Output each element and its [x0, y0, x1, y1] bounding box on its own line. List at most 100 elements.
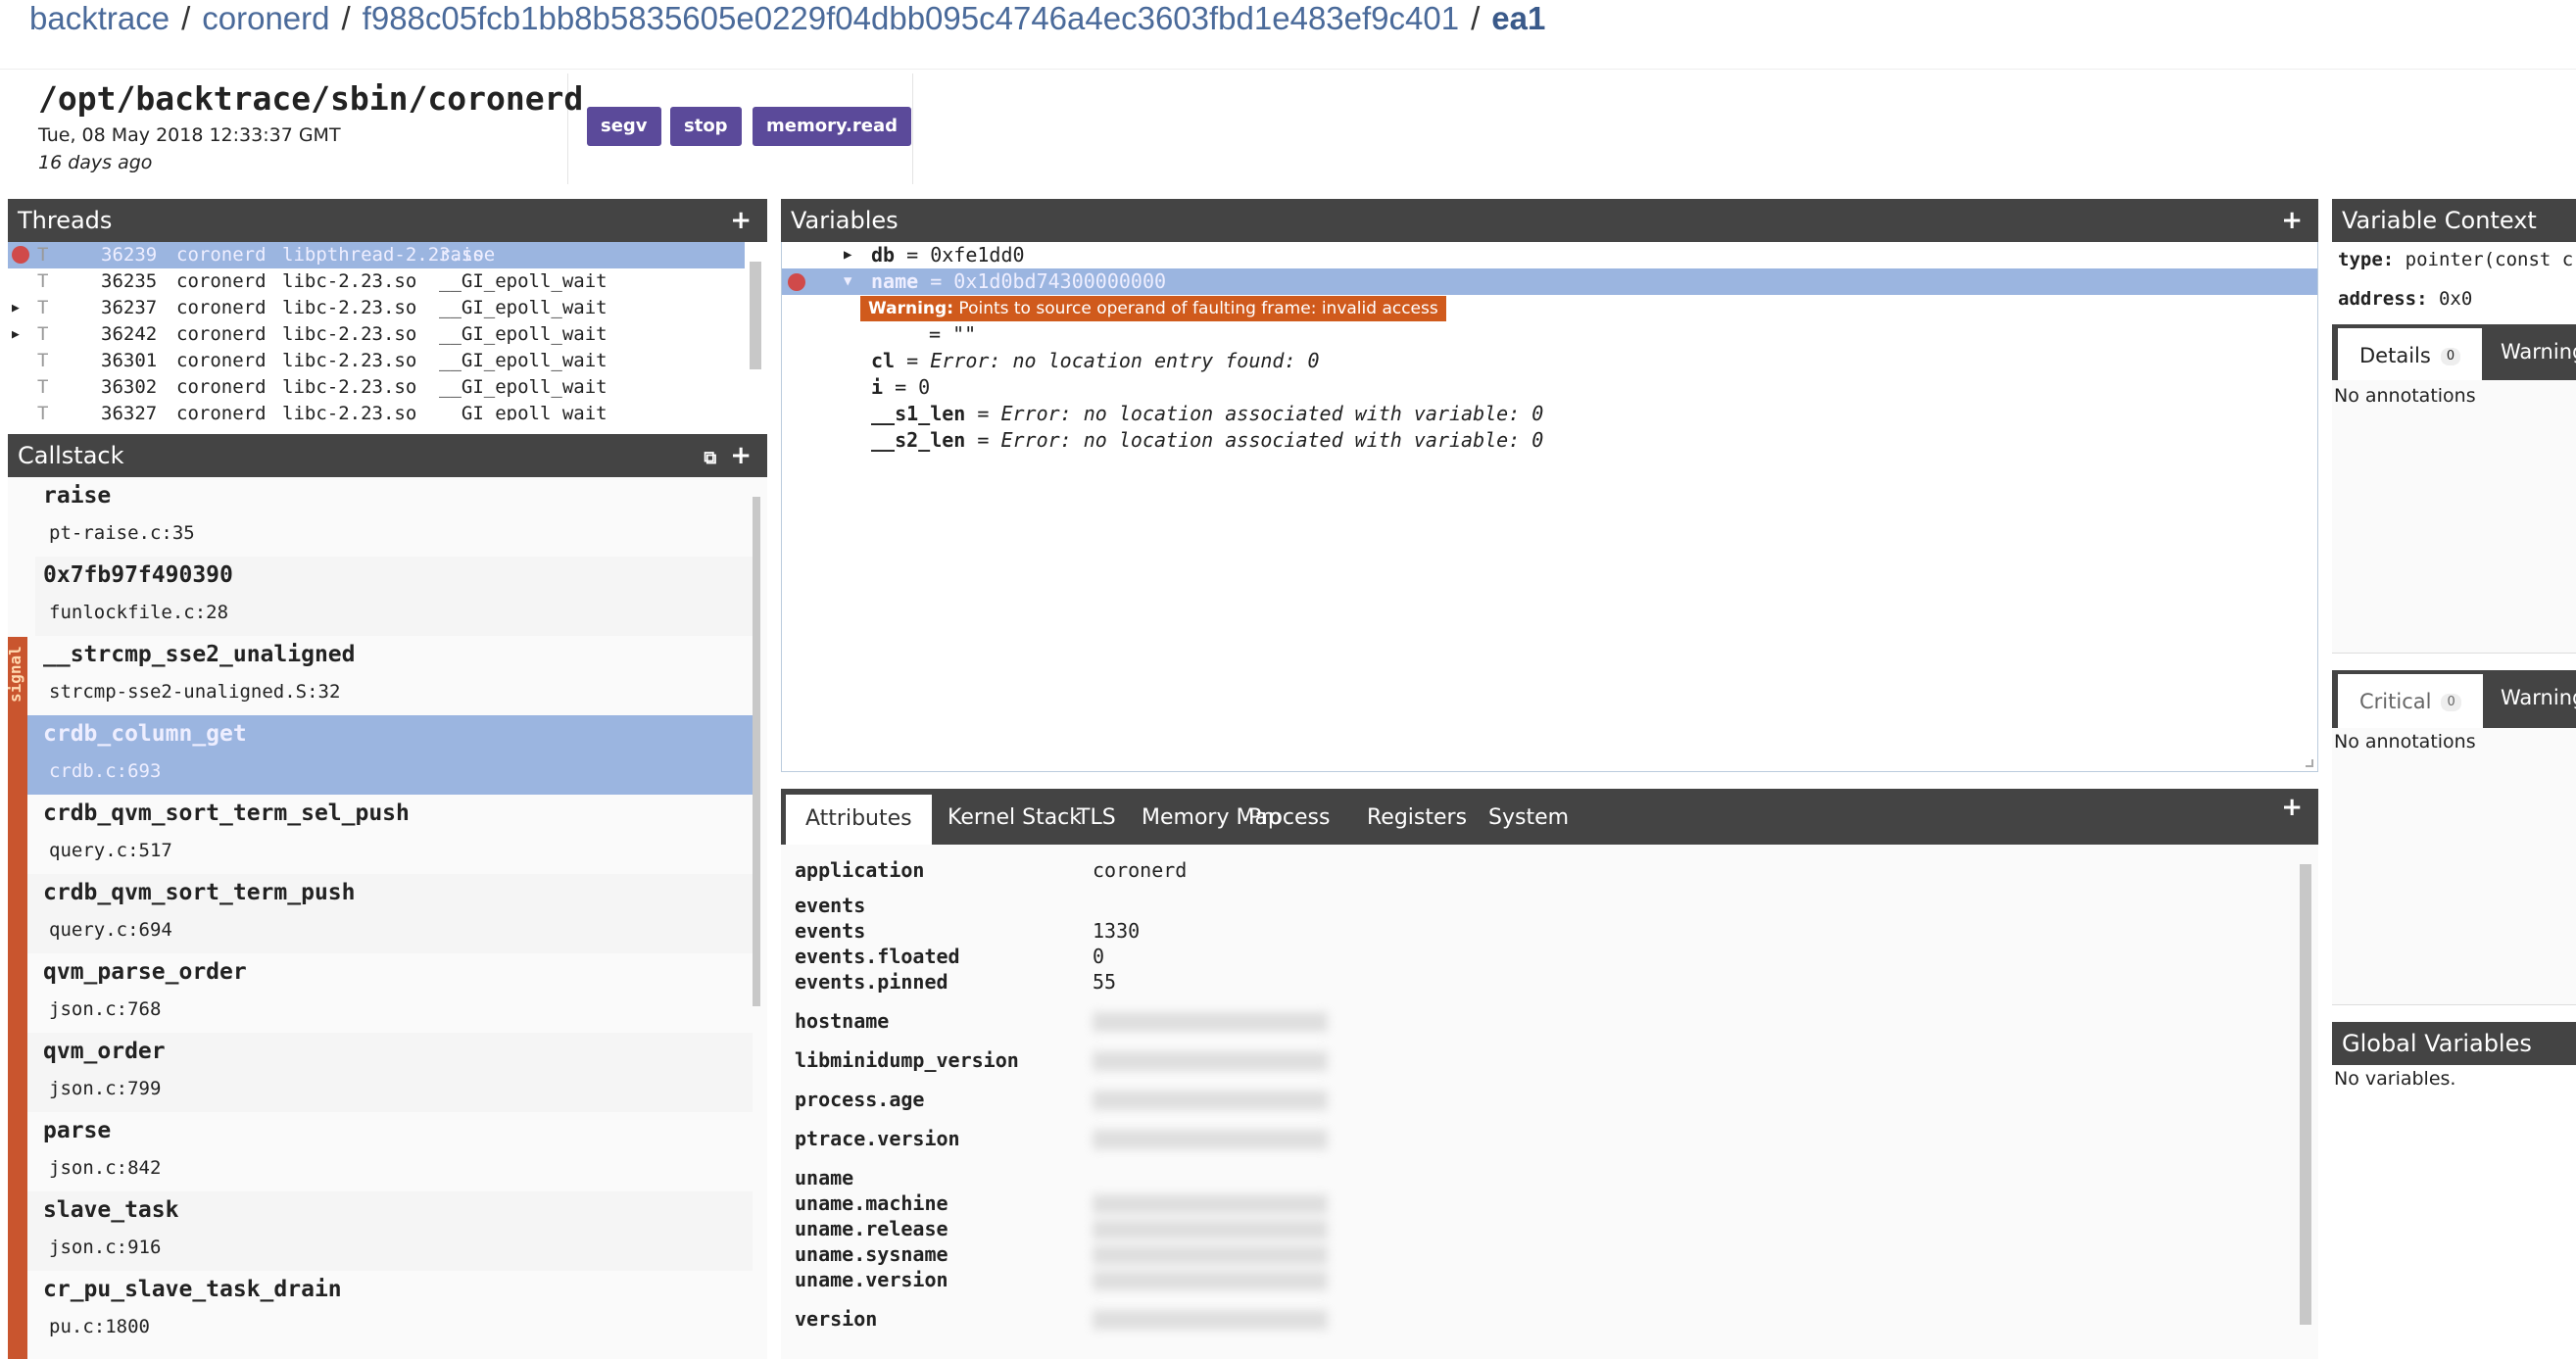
thread-tid: 36237: [101, 297, 158, 318]
frame-file: json.c:916: [49, 1237, 162, 1258]
thread-row[interactable]: ▶ T 36242 coronerd libc-2.23.so __GI_epoll_wa…: [8, 321, 745, 348]
equals: =: [895, 243, 931, 267]
frame-function: crdb_qvm_sort_term_push: [43, 880, 356, 905]
variable-row[interactable]: ▶ db = 0xfe1dd0: [782, 242, 2317, 268]
thread-proc: coronerd: [176, 376, 267, 398]
address-label: address:: [2338, 288, 2428, 310]
variable-row[interactable]: __s2_len = Error: no location associated…: [782, 427, 2317, 454]
expand-icon[interactable]: ▶: [12, 321, 20, 348]
frame-function: slave_task: [43, 1197, 179, 1223]
callstack-frame[interactable]: cr_pu_slave_task_drain pu.c:1800: [27, 1271, 753, 1350]
attribute-value: coronerd: [1093, 858, 1188, 882]
scrollbar[interactable]: [2300, 864, 2311, 1325]
callstack-frame[interactable]: __strcmp_sse2_unaligned strcmp-sse2-unali…: [27, 636, 753, 715]
tab-warnings[interactable]: Warnings: [2479, 324, 2576, 379]
thread-row[interactable]: T 36327 coronerd libc-2.23.so __GI_epoll_wai…: [8, 401, 745, 420]
callstack-frame[interactable]: slave_task json.c:916: [27, 1191, 753, 1271]
variable-value: 0: [918, 375, 931, 399]
attribute-key: uname.version: [795, 1268, 948, 1291]
callstack-frame[interactable]: qvm_parse_order json.c:768: [27, 953, 753, 1033]
badge-memory-read[interactable]: memory.read: [753, 107, 911, 146]
variable-row[interactable]: ▼ name = 0x1d0bd74300000000: [782, 268, 2317, 295]
callstack-frame[interactable]: crdb_qvm_sort_term_push query.c:694: [27, 874, 753, 953]
callstack-frame[interactable]: qvm_order json.c:799: [27, 1033, 753, 1112]
attribute-value-redacted: [1093, 1091, 1328, 1110]
thread-row[interactable]: T 36239 coronerd libpthread-2.23.so raise: [8, 242, 745, 268]
frame-function: crdb_qvm_sort_term_sel_push: [43, 801, 410, 826]
variable-error: Error: no location associated with varia…: [1000, 402, 1544, 425]
tab-attributes[interactable]: Attributes: [786, 795, 932, 845]
warning-text: Points to source operand of faulting fra…: [953, 299, 1438, 318]
breadcrumb-fingerprint[interactable]: f988c05fcb1bb8b5835605e0229f04dbb095c474…: [363, 0, 1459, 36]
add-icon[interactable]: +: [2281, 793, 2303, 822]
attribute-key: uname.machine: [795, 1191, 948, 1215]
thread-fn: __GI_epoll_wait: [439, 270, 608, 292]
tab-details[interactable]: Details 0: [2338, 328, 2483, 380]
add-icon[interactable]: +: [2281, 199, 2303, 242]
callstack-frame[interactable]: crdb_qvm_sort_term_sel_push query.c:517: [27, 795, 753, 874]
crash-age: 16 days ago: [38, 152, 153, 173]
frame-function: qvm_parse_order: [43, 959, 247, 985]
threads-header: Threads +: [8, 199, 767, 242]
add-icon[interactable]: +: [730, 199, 752, 242]
warning-banner: Warning: Points to source operand of fau…: [860, 296, 1446, 321]
badge-stop[interactable]: stop: [670, 107, 742, 146]
callstack-frame[interactable]: raise pt-raise.c:35: [35, 477, 753, 557]
scrollbar[interactable]: [750, 262, 761, 369]
resize-handle[interactable]: [2306, 759, 2313, 767]
variable-value: 0x1d0bd74300000000: [953, 269, 1167, 293]
variable-row[interactable]: = "": [782, 321, 2317, 348]
attributes-tabbar: + Attributes Kernel Stack TLS Memory Map Pro…: [781, 789, 2318, 845]
variable-text: db = 0xfe1dd0: [871, 242, 1025, 268]
tab-registers[interactable]: Registers: [1347, 789, 1486, 845]
tab-critical[interactable]: Critical 0: [2338, 674, 2483, 728]
frame-file: pt-raise.c:35: [49, 522, 195, 544]
callstack-frame[interactable]: crdb_column_get crdb.c:693: [27, 715, 753, 795]
thread-row[interactable]: T 36235 coronerd libc-2.23.so __GI_epoll_wai…: [8, 268, 745, 295]
attribute-key: uname.sysname: [795, 1242, 948, 1266]
add-icon[interactable]: +: [730, 441, 752, 470]
equals: =: [895, 349, 931, 372]
thread-lib: libc-2.23.so: [282, 403, 417, 420]
variable-row[interactable]: __s1_len = Error: no location associated…: [782, 401, 2317, 427]
breadcrumb-project[interactable]: coronerd: [202, 0, 329, 36]
crash-header: /opt/backtrace/sbin/coronerd Tue, 08 May…: [24, 73, 583, 184]
copy-icon[interactable]: ⧉: [704, 448, 716, 468]
divider: [0, 69, 2576, 70]
equals: =: [883, 375, 919, 399]
attribute-value: 1330: [1093, 919, 1141, 943]
header-buttons: ⧉ +: [704, 434, 752, 480]
thread-lib: libc-2.23.so: [282, 297, 417, 318]
variable-row[interactable]: i = 0: [782, 374, 2317, 401]
frame-file: json.c:799: [49, 1078, 162, 1099]
expand-icon[interactable]: ▶: [12, 295, 20, 321]
attribute-value-redacted: [1093, 1271, 1328, 1290]
frame-file: query.c:694: [49, 919, 172, 941]
page-title: /opt/backtrace/sbin/coronerd: [38, 79, 584, 118]
thread-fn: __GI_epoll_wait: [439, 350, 608, 371]
thread-lib: libc-2.23.so: [282, 376, 417, 398]
empty-annotations: No annotations: [2334, 731, 2476, 752]
tab-process[interactable]: Process: [1229, 789, 1349, 845]
thread-row[interactable]: ▶ T 36237 coronerd libc-2.23.so __GI_epoll_wa…: [8, 295, 745, 321]
tab-system[interactable]: System: [1469, 789, 1588, 845]
type-label: type:: [2338, 249, 2395, 270]
thread-row[interactable]: T 36301 coronerd libc-2.23.so __GI_epoll_wai…: [8, 348, 745, 374]
variables-header: Variables +: [781, 199, 2318, 242]
collapse-icon[interactable]: ▼: [844, 268, 851, 295]
equals: =: [929, 322, 953, 346]
variable-error: Error: no location entry found: 0: [930, 349, 1320, 372]
breadcrumb-backtrace[interactable]: backtrace: [29, 0, 170, 36]
attribute-key: uname.release: [795, 1217, 948, 1240]
badge-segv[interactable]: segv: [587, 107, 661, 146]
variable-text: __s1_len = Error: no location associated…: [871, 401, 1543, 427]
expand-icon[interactable]: ▶: [844, 242, 851, 268]
attribute-value: 0: [1093, 945, 1105, 968]
callstack-frame[interactable]: 0x7fb97f490390 funlockfile.c:28: [35, 557, 753, 636]
tab-warning[interactable]: Warning: [2479, 670, 2576, 725]
thread-t: T: [37, 297, 49, 318]
callstack-frame[interactable]: parse json.c:842: [27, 1112, 753, 1191]
variable-name: __s2_len: [871, 428, 966, 452]
thread-row[interactable]: T 36302 coronerd libc-2.23.so __GI_epoll_wai…: [8, 374, 745, 401]
variable-row[interactable]: cl = Error: no location entry found: 0: [782, 348, 2317, 374]
